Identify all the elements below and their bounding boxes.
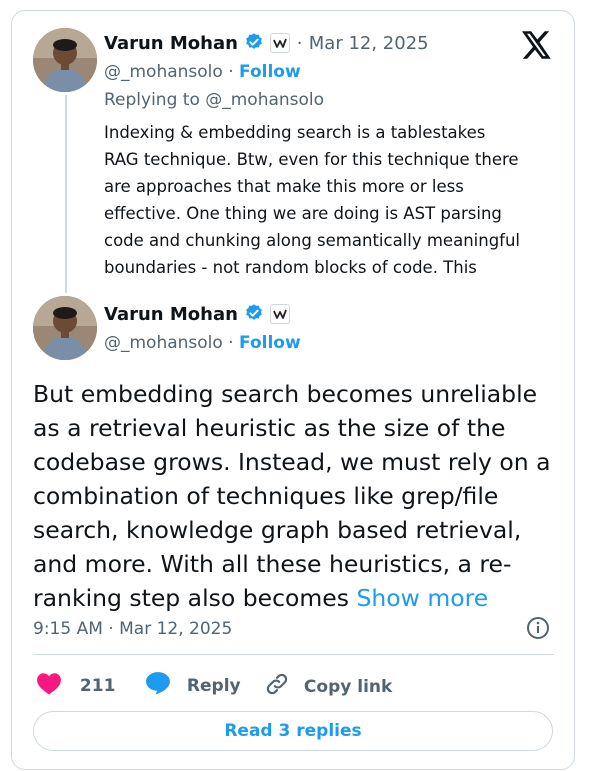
parent-text-line: Indexing & embedding search is a tablest… <box>104 123 486 142</box>
parent-author-name[interactable]: Varun Mohan <box>104 33 238 54</box>
verified-badge-icon <box>244 303 264 323</box>
main-text-line: and more. With all these heuristics, a r… <box>33 550 512 578</box>
parent-text-line: boundaries - not random blocks of code. … <box>104 258 477 277</box>
show-more-link[interactable]: Show more <box>356 584 488 612</box>
main-avatar[interactable] <box>33 296 97 360</box>
replying-prefix: Replying to <box>104 90 200 110</box>
main-tweet-text[interactable]: But embedding search becomes unreliable … <box>33 377 563 615</box>
main-author-name[interactable]: Varun Mohan <box>104 304 238 325</box>
main-text-line: search, knowledge graph based retrieval, <box>33 516 522 544</box>
link-icon <box>264 671 290 702</box>
parent-avatar[interactable] <box>33 28 97 92</box>
main-handle-separator: · <box>228 333 234 353</box>
main-text-line: combination of techniques like grep/file <box>33 482 499 510</box>
like-action[interactable]: 211 <box>36 671 115 700</box>
reply-bubble-icon <box>145 671 171 700</box>
copy-link-action[interactable]: Copy link <box>264 671 392 702</box>
main-text-line: But embedding search becomes unreliable <box>33 380 538 408</box>
like-count: 211 <box>79 676 116 696</box>
main-text-line: as a retrieval heuristic as the size of … <box>33 414 506 442</box>
tweet-time[interactable]: 9:15 AM <box>33 619 103 639</box>
windsurf-badge-icon <box>270 304 291 324</box>
time-date-separator: · <box>108 619 114 639</box>
replying-to-handle[interactable]: @_mohansolo <box>205 90 324 110</box>
tweet-embed-card: Varun Mohan · Mar 12, 2025 @_mohansolo ·… <box>11 10 575 770</box>
heart-icon <box>36 671 62 700</box>
main-text-line: codebase grows. Instead, we must rely on… <box>33 448 551 476</box>
windsurf-badge-icon <box>270 33 291 53</box>
main-handle[interactable]: @_mohansolo <box>104 333 223 353</box>
parent-separator: · <box>296 33 303 54</box>
parent-handle[interactable]: @_mohansolo <box>104 62 223 82</box>
main-follow-button[interactable]: Follow <box>239 333 301 353</box>
parent-date[interactable]: Mar 12, 2025 <box>309 33 429 54</box>
parent-follow-button[interactable]: Follow <box>239 62 301 82</box>
reply-action[interactable]: Reply <box>145 671 241 700</box>
divider <box>33 654 554 655</box>
replying-to-line: Replying to @_mohansolo <box>104 90 324 110</box>
info-icon[interactable] <box>526 616 550 644</box>
parent-tweet-text[interactable]: Indexing & embedding search is a tablest… <box>104 119 564 281</box>
thread-connector-line <box>65 95 67 293</box>
parent-text-line: RAG technique. Btw, even for this techni… <box>104 150 519 169</box>
main-text-line: ranking step also becomes <box>33 584 349 612</box>
parent-text-line: effective. One thing we are doing is AST… <box>104 204 502 223</box>
reply-label: Reply <box>186 676 241 696</box>
x-logo-icon[interactable] <box>522 31 552 63</box>
tweet-date[interactable]: Mar 12, 2025 <box>119 619 232 639</box>
parent-text-line: code and chunking along semantically mea… <box>104 231 521 250</box>
copy-link-label: Copy link <box>303 677 393 697</box>
read-replies-button[interactable]: Read 3 replies <box>33 711 553 751</box>
parent-handle-separator: · <box>228 62 234 82</box>
parent-text-line: are approaches that make this more or le… <box>104 177 464 196</box>
verified-badge-icon <box>244 32 264 52</box>
